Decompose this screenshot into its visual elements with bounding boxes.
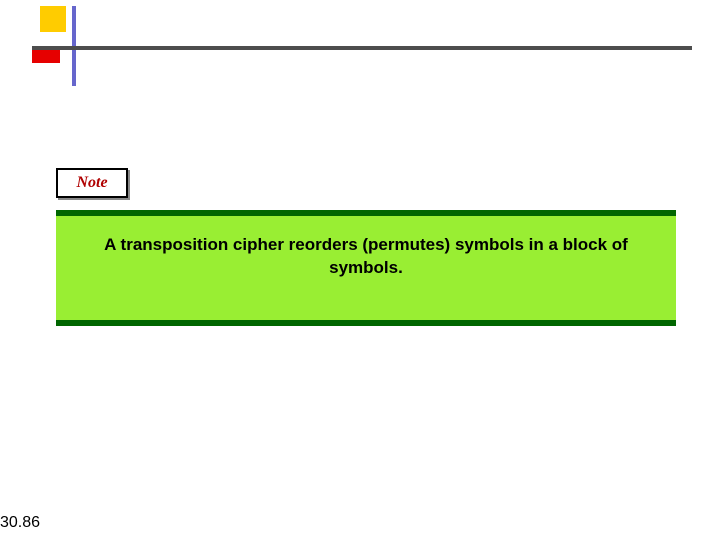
callout-rule-bottom	[56, 320, 676, 326]
callout-body: A transposition cipher reorders (permute…	[56, 216, 676, 320]
callout-text: A transposition cipher reorders (permute…	[104, 235, 628, 277]
slide: Note A transposition cipher reorders (pe…	[0, 0, 720, 540]
note-label-text: Note	[76, 174, 107, 192]
header-rule	[32, 46, 692, 50]
note-label-box: Note	[56, 168, 128, 198]
logo-square-yellow	[40, 6, 66, 32]
slide-number: 30.86	[0, 514, 40, 532]
callout-block: A transposition cipher reorders (permute…	[56, 210, 676, 326]
slide-logo	[32, 6, 78, 74]
